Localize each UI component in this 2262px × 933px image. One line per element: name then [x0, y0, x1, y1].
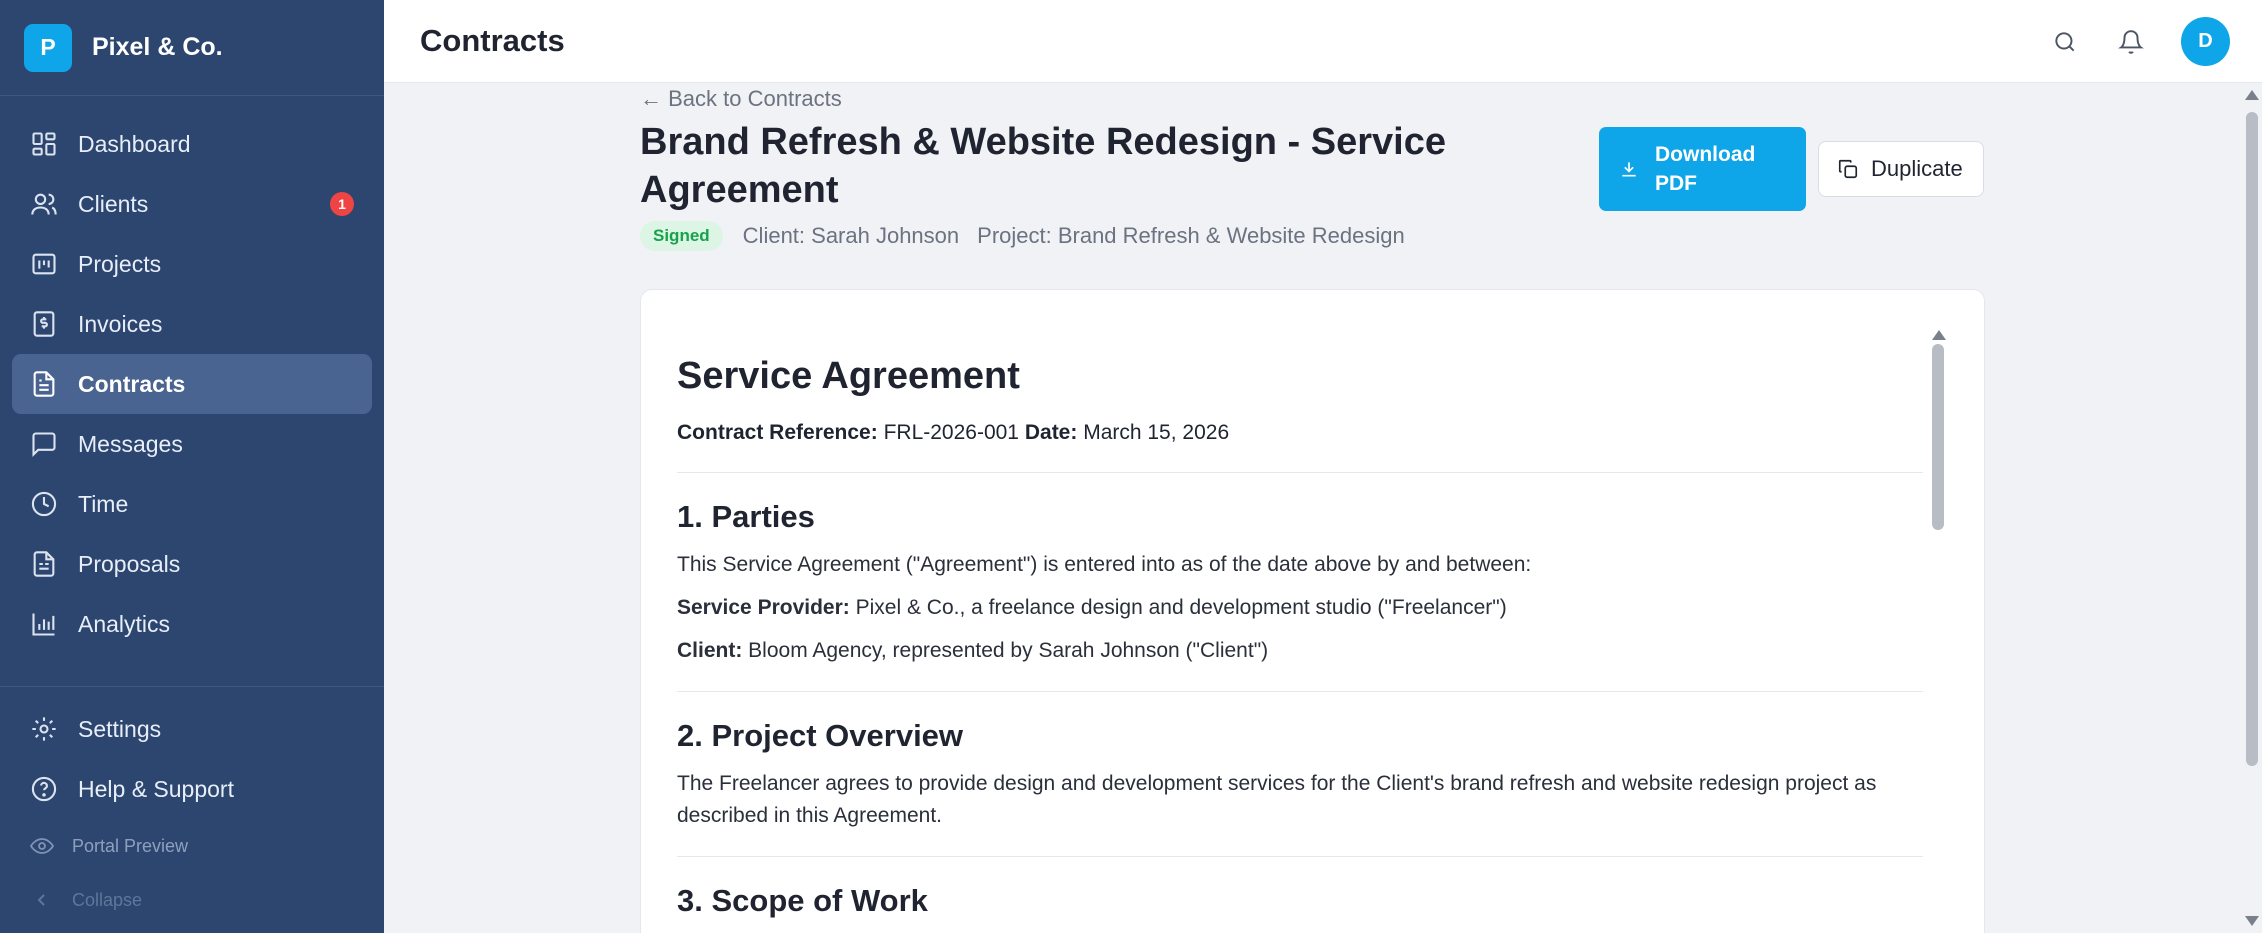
section-divider: [677, 691, 1923, 692]
sidebar: P Pixel & Co. Dashboard Clients 1 Projec…: [0, 0, 384, 933]
clock-icon: [31, 491, 57, 517]
dashboard-icon: [32, 132, 56, 156]
chart-icon: [32, 613, 55, 636]
page-scrollbar-thumb[interactable]: [2246, 112, 2258, 766]
sidebar-item-projects[interactable]: Projects: [12, 234, 372, 294]
section-divider: [677, 472, 1923, 473]
document-heading: Service Agreement: [677, 355, 1020, 397]
portal-preview-label: Portal Preview: [72, 835, 189, 856]
eye-icon: [30, 838, 54, 854]
copy-icon: [1838, 159, 1858, 179]
sidebar-divider: [0, 686, 384, 687]
download-pdf-button[interactable]: Download PDF: [1599, 127, 1806, 211]
scroll-up-arrow[interactable]: [2245, 90, 2259, 100]
clients-count-badge: 1: [330, 192, 354, 216]
contract-reference-line: Contract Reference: FRL-2026-001 Date: M…: [677, 418, 1923, 448]
contract-document: Service Agreement Contract Reference: FR…: [677, 354, 1923, 933]
back-to-contracts-link[interactable]: ← Back to Contracts: [640, 86, 842, 112]
document-scrollbar[interactable]: [1929, 330, 1949, 933]
page-title: Contracts: [420, 23, 565, 58]
service-provider-line: Service Provider: Pixel & Co., a freelan…: [677, 592, 1923, 624]
sidebar-nav: Dashboard Clients 1 Projects Invoices Co…: [0, 96, 384, 654]
sidebar-item-time[interactable]: Time: [12, 474, 372, 534]
section-title: 1. Parties: [677, 499, 815, 534]
brand-logo: P: [24, 23, 72, 72]
help-icon: [31, 776, 57, 802]
provider-label: Service Provider:: [677, 596, 850, 619]
sidebar-item-label: Invoices: [78, 310, 163, 337]
invoice-icon: [33, 311, 55, 337]
sidebar-item-label: Clients: [78, 190, 149, 217]
bell-icon: [2118, 29, 2144, 54]
sidebar-item-analytics[interactable]: Analytics: [12, 594, 372, 654]
sidebar-item-label: Time: [78, 490, 129, 517]
section-paragraph: This Service Agreement ("Agreement") is …: [677, 553, 1532, 576]
sidebar-item-label: Dashboard: [78, 130, 191, 157]
client-line: Client: Bloom Agency, represented by Sar…: [677, 635, 1923, 667]
contract-project: Project: Brand Refresh & Website Redesig…: [977, 223, 1405, 248]
sidebar-item-dashboard[interactable]: Dashboard: [12, 114, 372, 174]
sidebar-bottom: Settings Help & Support Portal Preview C…: [0, 699, 384, 927]
collapse-sidebar-button[interactable]: Collapse: [12, 873, 372, 927]
sidebar-item-contracts[interactable]: Contracts: [12, 354, 372, 414]
sidebar-item-label: Proposals: [78, 550, 181, 577]
notifications-button[interactable]: [2111, 22, 2151, 62]
collapse-label: Collapse: [72, 889, 143, 910]
reference-label: Contract Reference:: [677, 421, 878, 444]
portal-preview-toggle[interactable]: Portal Preview: [12, 819, 372, 873]
message-icon: [32, 432, 56, 458]
download-icon: [1622, 162, 1636, 177]
date-label: Date:: [1024, 421, 1078, 444]
top-header: Contracts D: [384, 0, 2262, 83]
brand[interactable]: P Pixel & Co.: [0, 0, 384, 96]
sidebar-item-settings[interactable]: Settings: [12, 699, 372, 759]
sidebar-item-label: Analytics: [78, 610, 171, 637]
projects-icon: [32, 253, 56, 275]
scroll-down-arrow[interactable]: [2245, 916, 2259, 926]
status-badge: Signed: [640, 221, 723, 251]
users-icon: [31, 193, 57, 215]
sidebar-item-label: Messages: [78, 430, 183, 457]
gear-icon: [32, 717, 56, 741]
sidebar-item-label: Settings: [78, 715, 162, 742]
sidebar-item-messages[interactable]: Messages: [12, 414, 372, 474]
contract-client: Client: Sarah Johnson: [742, 223, 960, 248]
page-scrollbar[interactable]: [2242, 84, 2262, 933]
contract-document-card: Service Agreement Contract Reference: FR…: [640, 289, 1985, 933]
duplicate-label: Duplicate: [1871, 156, 1963, 181]
download-pdf-label: Download PDF: [1655, 143, 1756, 195]
duplicate-button[interactable]: Duplicate: [1818, 141, 1984, 197]
user-avatar[interactable]: D: [2181, 17, 2230, 66]
sidebar-item-label: Contracts: [78, 370, 186, 397]
client-label: Client:: [677, 639, 743, 662]
provider-text: Pixel & Co., a freelance design and deve…: [855, 596, 1507, 619]
search-button[interactable]: [2045, 22, 2085, 62]
sidebar-item-label: Projects: [78, 250, 162, 277]
section-title: 3. Scope of Work: [677, 883, 928, 918]
section-divider: [677, 856, 1923, 857]
sidebar-item-invoices[interactable]: Invoices: [12, 294, 372, 354]
proposal-icon: [33, 551, 55, 577]
sidebar-item-proposals[interactable]: Proposals: [12, 534, 372, 594]
client-text: Bloom Agency, represented by Sarah Johns…: [748, 639, 1269, 662]
search-icon: [2055, 31, 2075, 51]
sidebar-item-label: Help & Support: [78, 775, 234, 802]
section-paragraph: The Freelancer agrees to provide design …: [677, 772, 1877, 827]
section-title: 2. Project Overview: [677, 718, 964, 753]
sidebar-item-help[interactable]: Help & Support: [12, 759, 372, 819]
brand-name: Pixel & Co.: [92, 33, 223, 61]
header-actions: D: [2019, 17, 2230, 66]
document-icon: [33, 371, 55, 397]
sidebar-item-clients[interactable]: Clients 1: [12, 174, 372, 234]
document-scrollbar-thumb[interactable]: [1932, 344, 1944, 530]
date-value: March 15, 2026: [1083, 421, 1230, 444]
contract-title: Brand Refresh & Website Redesign - Servi…: [640, 121, 1446, 211]
contract-meta: Signed Client: Sarah Johnson Project: Br…: [640, 221, 1405, 251]
chevron-left-icon: [37, 894, 45, 906]
reference-value: FRL-2026-001: [883, 421, 1019, 444]
document-scroll-up-arrow[interactable]: [1932, 330, 1946, 340]
